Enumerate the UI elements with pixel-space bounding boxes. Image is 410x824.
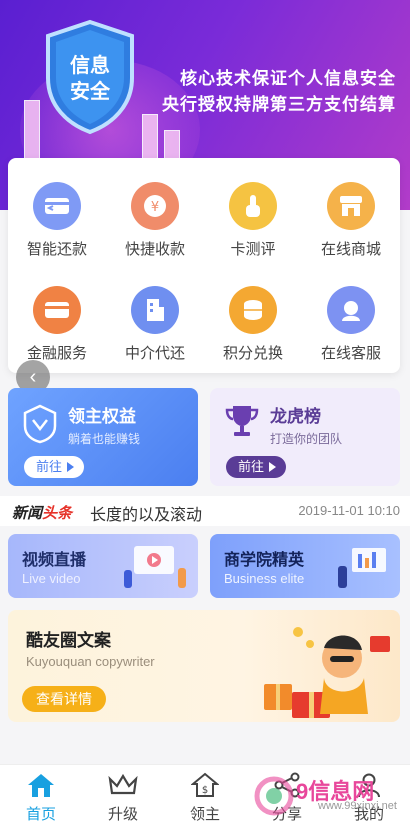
- tab-label: 升级: [107, 806, 138, 823]
- watermark-logo-icon: [254, 776, 294, 816]
- grid-item-label: 在线商城: [320, 241, 381, 258]
- shield-icon: 信息 安全: [46, 19, 134, 135]
- copywriter-subtitle: Kuyouquan copywriter: [26, 654, 155, 669]
- leaderboard-go-button[interactable]: 前往: [226, 456, 287, 478]
- video-illustration-icon: [124, 546, 186, 588]
- celebration-illustration-icon: [264, 627, 390, 718]
- grid-item-label: 快捷收款: [124, 241, 185, 258]
- grid-item-customer-service[interactable]: 在线客服: [302, 286, 400, 363]
- service-grid: 智能还款 ¥ 快捷收款 卡测评 在线商城 金融服务 中介代还 积分兑换 在线客服: [8, 158, 400, 373]
- credit-card-icon: [33, 286, 81, 334]
- tab-lord[interactable]: $ 领主: [164, 771, 246, 824]
- svg-text:信息: 信息: [70, 53, 110, 77]
- lord-benefits-title: 领主权益: [68, 407, 136, 426]
- grid-item-label: 卡测评: [230, 241, 276, 258]
- news-tag: 新闻头条: [12, 505, 73, 522]
- grid-item-label: 智能还款: [26, 241, 87, 258]
- live-video-card[interactable]: 视频直播 Live video: [8, 534, 198, 598]
- yen-coin-icon: ¥: [131, 182, 179, 230]
- leaderboard-subtitle: 打造你的团队: [270, 432, 343, 446]
- live-video-title: 视频直播: [22, 552, 87, 569]
- card-return-icon: [33, 182, 81, 230]
- business-elite-card[interactable]: 商学院精英 Business elite: [210, 534, 400, 598]
- grid-item-online-mall[interactable]: 在线商城: [302, 182, 400, 259]
- tap-finger-icon: [229, 182, 277, 230]
- news-message: 长度的以及滚动: [90, 507, 203, 524]
- site-watermark: 9信息网 www.99xinxi.net: [246, 774, 406, 820]
- chevron-left-icon: ‹: [29, 365, 37, 388]
- grid-item-card-review[interactable]: 卡测评: [204, 182, 302, 259]
- banner-headline: 核心技术保证个人信息安全: [180, 69, 396, 88]
- grid-item-finance[interactable]: 金融服务: [8, 286, 106, 363]
- news-date: 2019-11-01 10:10: [298, 503, 400, 518]
- trophy-icon: [225, 406, 259, 436]
- home-icon: [0, 771, 82, 799]
- store-icon: [327, 182, 375, 230]
- tab-upgrade[interactable]: 升级: [82, 771, 164, 824]
- tab-label: 领主: [189, 806, 220, 823]
- lord-benefits-go-button[interactable]: 前往: [24, 456, 85, 478]
- grid-item-label: 在线客服: [320, 345, 381, 362]
- lord-benefits-subtitle: 躺着也能赚钱: [68, 432, 141, 446]
- money-house-icon: $: [164, 771, 246, 799]
- watermark-url: www.99xinxi.net: [318, 800, 397, 812]
- leaderboard-title: 龙虎榜: [270, 407, 321, 426]
- business-elite-title: 商学院精英: [224, 552, 305, 569]
- svg-text:¥: ¥: [151, 200, 159, 215]
- headset-icon: [327, 286, 375, 334]
- grid-item-points-exchange[interactable]: 积分兑换: [204, 286, 302, 363]
- grid-item-agency-repay[interactable]: 中介代还: [106, 286, 204, 363]
- presentation-illustration-icon: [338, 548, 386, 588]
- tab-home[interactable]: 首页: [0, 771, 82, 824]
- crown-icon: [82, 771, 164, 799]
- copywriter-title: 酷友圈文案: [26, 631, 111, 650]
- svg-text:$: $: [202, 785, 208, 796]
- grid-item-label: 中介代还: [124, 345, 185, 362]
- badge-icon: [23, 404, 57, 444]
- svg-text:安全: 安全: [70, 79, 111, 103]
- leaderboard-card[interactable]: 龙虎榜 打造你的团队 前往: [210, 388, 400, 486]
- banner-subheadline: 央行授权持牌第三方支付结算: [162, 95, 396, 114]
- coin-stack-icon: [229, 286, 277, 334]
- grid-item-label: 积分兑换: [222, 345, 283, 362]
- lord-benefits-card[interactable]: 领主权益 躺着也能赚钱 前往: [8, 388, 198, 486]
- tab-label: 首页: [25, 806, 56, 823]
- copywriter-card[interactable]: 酷友圈文案 Kuyouquan copywriter 查看详情: [8, 610, 400, 722]
- news-ticker[interactable]: 新闻头条 长度的以及滚动 2019-11-01 10:10: [0, 496, 410, 526]
- app-screen: 信息 安全 核心技术保证个人信息安全 央行授权持牌第三方支付结算 智能还款 ¥ …: [0, 0, 410, 824]
- live-video-subtitle: Live video: [22, 571, 81, 586]
- grid-item-label: 金融服务: [26, 345, 87, 362]
- grid-item-quick-collect[interactable]: ¥ 快捷收款: [106, 182, 204, 259]
- business-elite-subtitle: Business elite: [224, 571, 305, 586]
- grid-item-smart-repay[interactable]: 智能还款: [8, 182, 106, 259]
- building-icon: [131, 286, 179, 334]
- view-details-button[interactable]: 查看详情: [22, 686, 106, 712]
